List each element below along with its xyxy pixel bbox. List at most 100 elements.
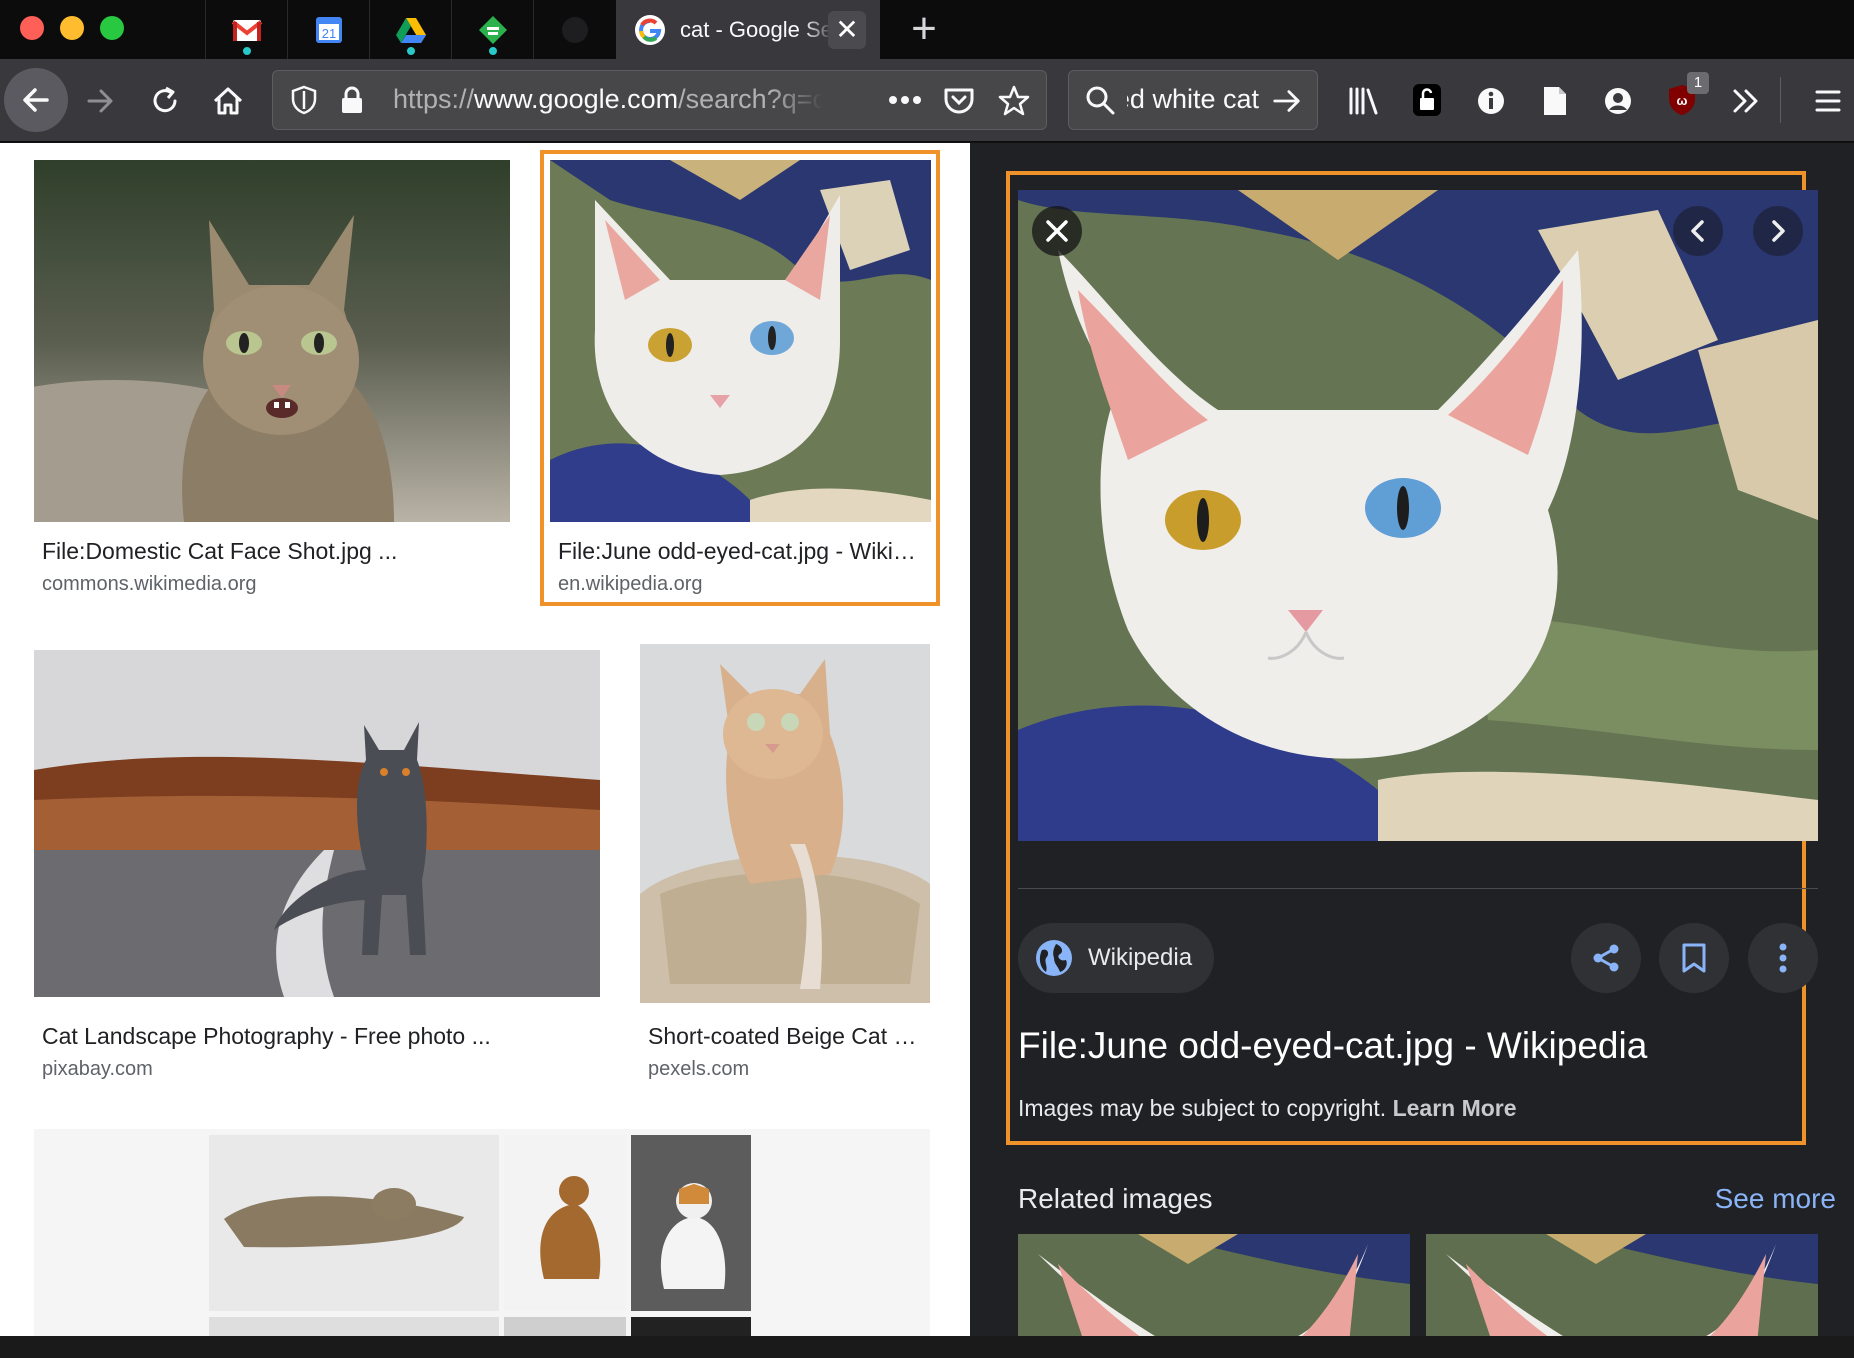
address-bar[interactable]: https://www.google.com/search?q=cat&tbm=… xyxy=(272,70,1047,130)
see-more-link[interactable]: See more xyxy=(1715,1183,1836,1215)
url-text[interactable]: https://www.google.com/search?q=cat&tbm=… xyxy=(393,84,823,115)
account-button[interactable] xyxy=(1598,81,1638,121)
ublock-count-badge: 1 xyxy=(1687,72,1709,94)
svg-text:ω: ω xyxy=(1677,93,1688,108)
result-domain[interactable]: en.wikipedia.org xyxy=(558,573,703,596)
page-actions-button[interactable] xyxy=(885,85,925,115)
feedly-icon xyxy=(478,15,507,44)
learn-more-link[interactable]: Learn More xyxy=(1393,1095,1517,1121)
chevron-right-icon xyxy=(1772,220,1785,242)
document-icon xyxy=(1544,87,1566,115)
more-vertical-icon xyxy=(1779,943,1787,973)
image-results-grid: File:Domestic Cat Face Shot.jpg ... comm… xyxy=(0,143,970,1336)
reload-button[interactable] xyxy=(145,81,185,121)
beige-cat-on-pillow-image xyxy=(640,644,930,1003)
hamburger-icon xyxy=(1815,90,1841,112)
preview-image[interactable] xyxy=(1018,190,1818,841)
drive-icon xyxy=(395,17,426,43)
chevron-left-icon xyxy=(1691,220,1704,242)
star-icon xyxy=(998,85,1030,116)
result-title[interactable]: File:Domestic Cat Face Shot.jpg ... xyxy=(42,538,482,565)
pocket-icon xyxy=(944,88,974,114)
app-menu-button[interactable] xyxy=(1808,81,1848,121)
minimize-window-button[interactable] xyxy=(60,16,84,40)
notification-dot xyxy=(486,44,500,58)
search-input[interactable]: odd-eyed white cat xyxy=(1127,84,1259,115)
gmail-icon xyxy=(231,19,262,41)
source-chip[interactable]: Wikipedia xyxy=(1018,923,1214,993)
bookmark-star-button[interactable] xyxy=(995,82,1033,120)
share-button[interactable] xyxy=(1571,923,1641,993)
google-g-icon xyxy=(635,14,665,45)
close-tab-button[interactable]: ✕ xyxy=(828,11,866,49)
close-icon: ✕ xyxy=(835,14,859,45)
info-extension-button[interactable] xyxy=(1471,81,1511,121)
pocket-button[interactable] xyxy=(941,83,977,119)
reader-view-button[interactable] xyxy=(1535,81,1575,121)
pinned-tab-github[interactable] xyxy=(533,0,615,59)
bookmark-icon xyxy=(1682,943,1706,973)
reload-icon xyxy=(153,86,177,113)
info-icon xyxy=(1478,88,1504,114)
panel-divider xyxy=(1018,888,1818,889)
forward-button[interactable] xyxy=(80,81,120,121)
home-button[interactable] xyxy=(208,81,248,121)
white-odd-eyed-cat-image xyxy=(550,160,931,522)
arrow-left-icon xyxy=(23,88,49,112)
arrow-right-icon xyxy=(1273,90,1300,112)
tab-strip: 21 cat - Google Search xyxy=(0,0,1854,59)
pinned-tab-gmail[interactable] xyxy=(205,0,287,59)
save-bookmark-button[interactable] xyxy=(1659,923,1729,993)
close-preview-button[interactable] xyxy=(1032,206,1082,256)
pinned-tab-calendar[interactable]: 21 xyxy=(287,0,369,59)
related-image-thumbnail[interactable] xyxy=(1018,1234,1410,1336)
tracking-protection-shield-icon[interactable] xyxy=(287,83,321,117)
pinned-tab-drive[interactable] xyxy=(369,0,451,59)
related-image-thumbnail[interactable] xyxy=(1426,1234,1818,1336)
pinned-tab-feedly[interactable] xyxy=(451,0,533,59)
copyright-notice: Images may be subject to copyright. Lear… xyxy=(1018,1095,1517,1122)
new-tab-button[interactable]: + xyxy=(904,6,944,52)
library-button[interactable] xyxy=(1344,81,1384,121)
window-bottom-edge xyxy=(0,1336,1854,1358)
close-window-button[interactable] xyxy=(20,16,44,40)
gray-cat-on-road-image xyxy=(34,650,600,997)
result-thumbnail[interactable] xyxy=(640,644,930,1003)
zoom-window-button[interactable] xyxy=(100,16,124,40)
result-title[interactable]: File:June odd-eyed-cat.jpg - Wikipedia xyxy=(558,538,918,565)
preview-title[interactable]: File:June odd-eyed-cat.jpg - Wikipedia xyxy=(1018,1025,1647,1067)
padlock-icon[interactable] xyxy=(335,83,369,117)
active-tab[interactable]: cat - Google Search ✕ xyxy=(616,0,880,59)
overflow-menu-button[interactable] xyxy=(1726,81,1766,121)
previous-image-button[interactable] xyxy=(1673,206,1723,256)
url-scheme: https:// xyxy=(393,84,475,114)
notification-dot xyxy=(404,44,418,58)
result-thumbnail[interactable] xyxy=(34,160,510,522)
result-domain[interactable]: commons.wikimedia.org xyxy=(42,573,257,596)
result-thumbnail[interactable] xyxy=(34,650,600,997)
result-domain[interactable]: pexels.com xyxy=(648,1058,749,1081)
close-icon xyxy=(1046,220,1068,242)
notification-dot xyxy=(240,44,254,58)
result-thumbnail[interactable] xyxy=(550,160,931,522)
result-title[interactable]: Short-coated Beige Cat on Beige Pillow xyxy=(648,1023,923,1050)
share-icon xyxy=(1593,944,1619,972)
related-cat-image xyxy=(1018,1234,1410,1336)
cat-collage-image xyxy=(209,1135,751,1336)
result-title[interactable]: Cat Landscape Photography - Free photo .… xyxy=(42,1023,542,1050)
search-go-button[interactable] xyxy=(1269,83,1305,119)
back-button[interactable] xyxy=(4,68,68,132)
calendar-day-label: 21 xyxy=(321,26,335,41)
lock-open-icon xyxy=(1413,84,1441,116)
copyright-text: Images may be subject to copyright. xyxy=(1018,1095,1387,1121)
navigation-toolbar: https://www.google.com/search?q=cat&tbm=… xyxy=(0,59,1854,142)
password-manager-button[interactable] xyxy=(1408,79,1446,121)
next-image-button[interactable] xyxy=(1753,206,1803,256)
search-bar[interactable]: odd-eyed white cat xyxy=(1068,70,1318,130)
calendar-icon: 21 xyxy=(315,16,342,43)
more-options-button[interactable] xyxy=(1748,923,1818,993)
result-domain[interactable]: pixabay.com xyxy=(42,1058,153,1081)
white-odd-eyed-cat-large-image xyxy=(1018,190,1818,841)
result-thumbnail[interactable] xyxy=(34,1129,930,1336)
account-icon xyxy=(1605,88,1631,114)
